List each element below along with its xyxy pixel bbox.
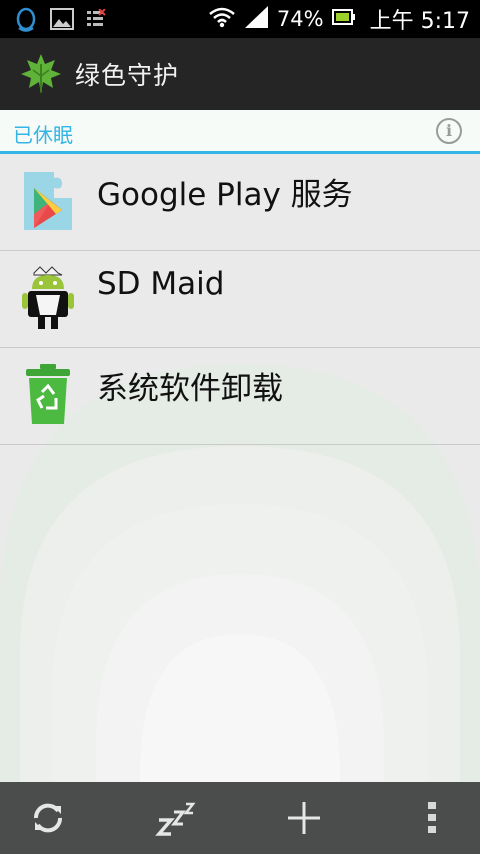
sd-maid-icon: [18, 265, 78, 331]
wifi-icon: [209, 6, 235, 33]
battery-percent: 74%: [276, 7, 324, 31]
refresh-icon[interactable]: [26, 796, 70, 840]
list-item[interactable]: 系统软件卸载: [0, 348, 480, 445]
notification-icon: [86, 8, 106, 33]
clock: 上午 5:17: [369, 9, 470, 34]
system-app-uninstaller-icon: [18, 362, 78, 428]
greenify-leaf-icon[interactable]: [19, 52, 63, 96]
add-icon[interactable]: [282, 796, 326, 840]
page-title: 绿色守护: [75, 61, 180, 90]
section-header: 已休眠 i: [0, 110, 480, 154]
qq-icon: [14, 6, 38, 36]
info-icon[interactable]: i: [436, 118, 462, 144]
section-label: 已休眠: [13, 123, 73, 147]
list-item[interactable]: SD Maid: [0, 251, 480, 348]
image-icon: [50, 8, 74, 34]
overflow-menu-icon[interactable]: [410, 796, 454, 840]
app-label: 系统软件卸载: [97, 371, 283, 407]
sleep-icon[interactable]: [154, 796, 198, 840]
battery-icon: [331, 7, 356, 31]
list-item[interactable]: Google Play 服务: [0, 154, 480, 251]
bottom-action-bar: [0, 782, 480, 854]
app-label: Google Play 服务: [97, 177, 353, 213]
app-list: Google Play 服务 SD Maid 系统软件卸载: [0, 154, 480, 445]
google-play-services-icon: [18, 168, 78, 234]
app-label: SD Maid: [97, 266, 225, 302]
action-bar: 绿色守护: [0, 38, 480, 110]
status-bar: 74% 上午 5:17: [0, 0, 480, 38]
signal-icon: [243, 5, 269, 33]
